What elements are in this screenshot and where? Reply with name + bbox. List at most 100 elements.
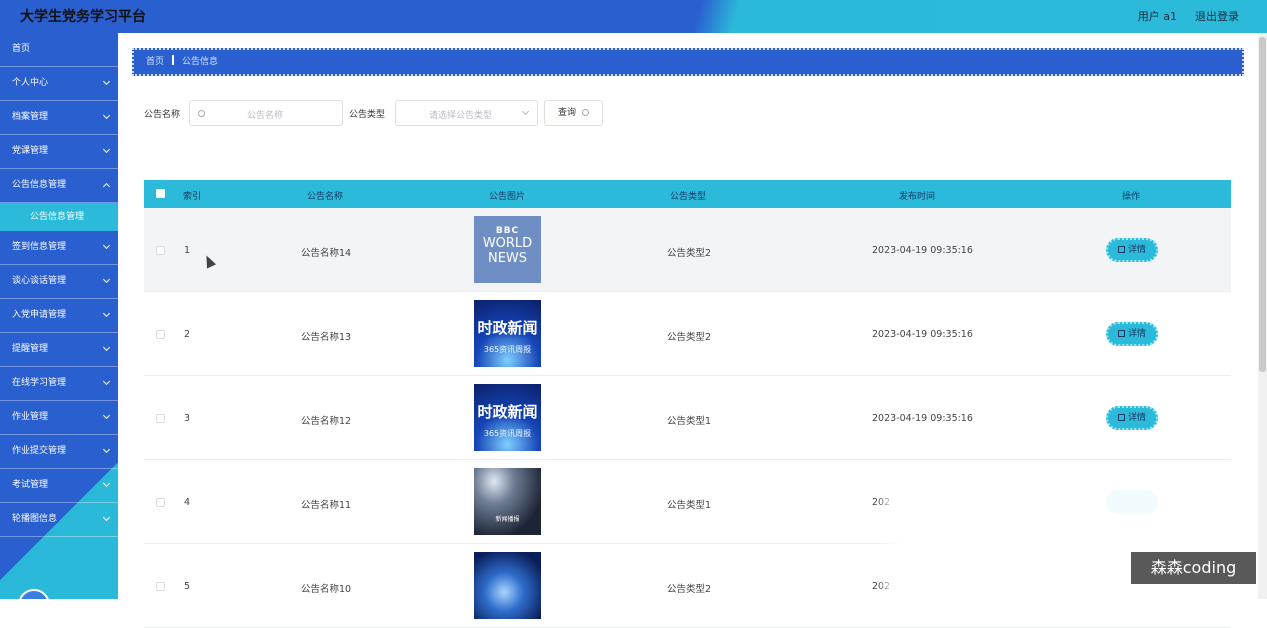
sidebar-item-label: 考试管理	[12, 480, 49, 490]
header-index: 索引	[183, 192, 202, 202]
chevron-up-icon	[102, 182, 111, 191]
row-type: 公告类型1	[667, 500, 712, 511]
chevron-down-icon	[521, 107, 530, 116]
row-time: 2023-04-19 09:35:16	[872, 413, 973, 424]
notice-name-input[interactable]: 公告名称	[189, 100, 343, 126]
document-icon	[1117, 414, 1125, 421]
image-text: 365资讯周报	[483, 345, 532, 354]
current-user: 用户 a1	[1137, 10, 1177, 23]
breadcrumb-separator	[172, 55, 175, 65]
row-type: 公告类型1	[667, 416, 712, 427]
table-row: 2 公告名称13 时政新闻 365资讯周报 公告类型2 2023-04-19 0…	[144, 292, 1231, 376]
breadcrumb-home[interactable]: 首页	[146, 57, 164, 67]
breadcrumb: 首页 公告信息	[132, 48, 1244, 76]
chevron-down-icon	[102, 479, 111, 488]
notice-image: 新闻播报	[474, 468, 541, 535]
search-icon	[582, 109, 589, 116]
chevron-down-icon	[102, 411, 111, 420]
notice-image: 时政新闻 365资讯周报	[474, 384, 541, 451]
detail-button-label: 详情	[1127, 329, 1146, 339]
sidebar-item-home[interactable]: 首页	[0, 33, 118, 67]
sidebar-item-carousel[interactable]: 轮播图信息	[0, 503, 118, 537]
chevron-down-icon	[102, 377, 111, 386]
chevron-down-icon	[102, 111, 111, 120]
logout-link[interactable]: 退出登录	[1195, 8, 1239, 24]
row-type: 公告类型2	[667, 332, 712, 343]
chevron-down-icon	[102, 309, 111, 318]
row-checkbox[interactable]	[156, 414, 165, 423]
sidebar-item-label: 首页	[12, 44, 31, 54]
page-scrollbar[interactable]	[1258, 33, 1267, 599]
row-index: 4	[184, 497, 191, 508]
row-checkbox[interactable]	[156, 330, 165, 339]
chevron-down-icon	[102, 241, 111, 250]
sidebar-item-party-class[interactable]: 党课管理	[0, 135, 118, 169]
row-index: 2	[184, 329, 191, 340]
sidebar-item-label: 公告信息管理	[12, 180, 67, 190]
notice-image: BBC WORLD NEWS	[474, 216, 541, 283]
sidebar: 首页 个人中心 档案管理 党课管理 公告信息管理 公告信息管理 签到信息管理 谈…	[0, 33, 118, 599]
notice-type-label: 公告类型	[349, 110, 386, 120]
breadcrumb-current: 公告信息	[182, 57, 219, 67]
sidebar-item-label: 入党申请管理	[12, 310, 67, 320]
row-index: 1	[184, 245, 191, 256]
sidebar-item-talk[interactable]: 谈心谈话管理	[0, 265, 118, 299]
sidebar-item-label: 在线学习管理	[12, 378, 67, 388]
row-name: 公告名称12	[301, 416, 352, 427]
detail-button-label: 详情	[1127, 245, 1146, 255]
sidebar-item-archives[interactable]: 档案管理	[0, 101, 118, 135]
chevron-down-icon	[102, 343, 111, 352]
chevron-down-icon	[102, 445, 111, 454]
image-text: NEWS	[487, 251, 528, 266]
header-time: 发布时间	[899, 192, 936, 202]
search-icon	[198, 110, 205, 117]
app-title: 大学生党务学习平台	[20, 9, 146, 25]
notice-type-select[interactable]: 请选择公告类型	[395, 100, 538, 126]
notice-name-placeholder: 公告名称	[247, 111, 284, 121]
table-row: 3 公告名称12 时政新闻 365资讯周报 公告类型1 2023-04-19 0…	[144, 376, 1231, 460]
chevron-down-icon	[102, 77, 111, 86]
select-all-checkbox[interactable]	[156, 189, 165, 198]
sidebar-item-reminder[interactable]: 提醒管理	[0, 333, 118, 367]
row-name: 公告名称11	[301, 500, 352, 511]
sidebar-item-homework-submit[interactable]: 作业提交管理	[0, 435, 118, 469]
top-header: 大学生党务学习平台 用户 a1 退出登录	[0, 0, 1267, 33]
image-text: 新闻播报	[495, 516, 520, 523]
sidebar-item-label: 作业管理	[12, 412, 49, 422]
sidebar-item-application[interactable]: 入党申请管理	[0, 299, 118, 333]
row-name: 公告名称14	[301, 248, 352, 259]
image-text: 时政新闻	[477, 319, 538, 337]
notice-image	[474, 552, 541, 619]
header-image: 公告图片	[489, 192, 526, 202]
query-button[interactable]: 查询	[544, 100, 603, 126]
scrollbar-thumb[interactable]	[1259, 37, 1266, 372]
row-type: 公告类型2	[667, 584, 712, 595]
sidebar-item-label: 提醒管理	[12, 344, 49, 354]
watermark: 森森coding	[1131, 552, 1256, 584]
header-type: 公告类型	[670, 192, 707, 202]
detail-button[interactable]: 详情	[1106, 322, 1158, 346]
avatar[interactable]	[18, 589, 50, 599]
sidebar-item-label: 个人中心	[12, 78, 49, 88]
row-checkbox[interactable]	[156, 582, 165, 591]
table-header: 索引 公告名称 公告图片 公告类型 发布时间 操作	[144, 180, 1231, 208]
sidebar-item-notice[interactable]: 公告信息管理	[0, 169, 118, 203]
sidebar-item-label: 谈心谈话管理	[12, 276, 67, 286]
row-checkbox[interactable]	[156, 498, 165, 507]
sidebar-item-homework[interactable]: 作业管理	[0, 401, 118, 435]
sidebar-item-signin[interactable]: 签到信息管理	[0, 231, 118, 265]
detail-button-label: 详情	[1127, 413, 1146, 423]
header-action: 操作	[1122, 192, 1141, 202]
sidebar-item-label: 作业提交管理	[12, 446, 67, 456]
sidebar-item-personal[interactable]: 个人中心	[0, 67, 118, 101]
notice-image: 时政新闻 365资讯周报	[474, 300, 541, 367]
row-name: 公告名称10	[301, 584, 352, 595]
detail-button[interactable]: 详情	[1106, 406, 1158, 430]
row-checkbox[interactable]	[156, 246, 165, 255]
detail-button[interactable]: 详情	[1106, 238, 1158, 262]
sidebar-item-exam[interactable]: 考试管理	[0, 469, 118, 503]
notice-name-label: 公告名称	[144, 110, 181, 120]
sidebar-item-online-study[interactable]: 在线学习管理	[0, 367, 118, 401]
sidebar-item-label: 档案管理	[12, 112, 49, 122]
sidebar-subitem-notice-manage[interactable]: 公告信息管理	[0, 203, 118, 231]
